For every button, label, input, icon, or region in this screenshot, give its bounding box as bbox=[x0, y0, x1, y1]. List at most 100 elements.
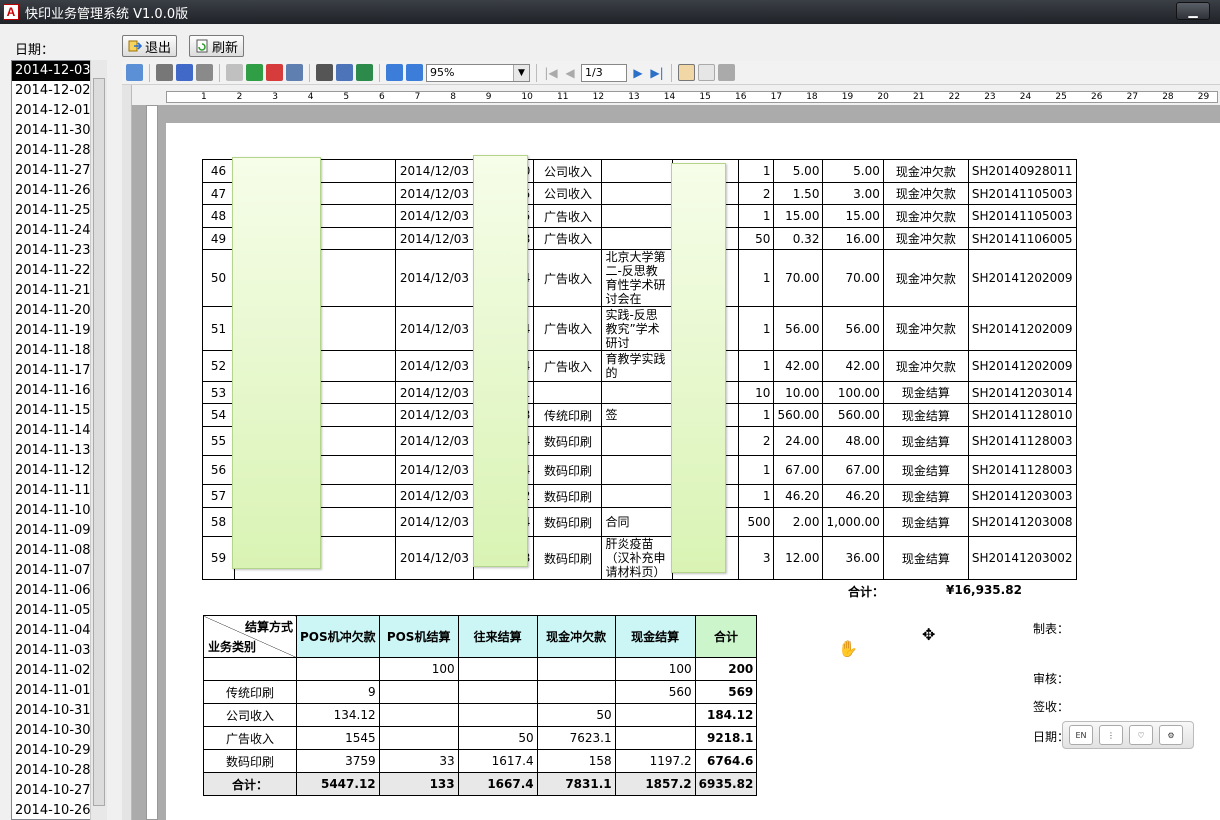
summary-header: POS机结算 bbox=[378, 615, 459, 658]
redaction-mask bbox=[671, 163, 726, 573]
summary-total-row: 合计： 5447.12 133 1667.4 7831.1 1857.2 6935.82 bbox=[203, 772, 758, 796]
cell-settle: 现金结算 bbox=[882, 426, 969, 456]
cell-qty: 1 bbox=[738, 204, 775, 228]
cell-type: 广告收入 bbox=[533, 204, 603, 228]
toolbar-separator bbox=[536, 63, 537, 82]
cell-settle: 现金结算 bbox=[882, 484, 969, 508]
toolbar-separator bbox=[149, 63, 150, 82]
cell-settle: 现金结算 bbox=[882, 403, 969, 427]
summary-header: 往来结算 bbox=[457, 615, 538, 658]
scrollbar-thumb[interactable] bbox=[93, 78, 105, 806]
prev-page-icon[interactable]: ◀ bbox=[562, 66, 578, 80]
ruler-tick-label: 13 bbox=[628, 92, 640, 102]
multi-page-icon[interactable] bbox=[336, 64, 353, 81]
ruler-tick-label: 19 bbox=[841, 92, 854, 102]
report-toolbar: 95% ▼ |◀ ◀ 1/3 ▶ ▶| bbox=[122, 61, 1220, 85]
cell-desc bbox=[601, 204, 674, 228]
title-bar: A 快印业务管理系统 V1.0.0版 ▁ bbox=[0, 0, 1220, 24]
date-label: 日期： bbox=[15, 43, 55, 58]
copy-icon[interactable] bbox=[718, 64, 735, 81]
ruler-tick-label: 15 bbox=[699, 92, 711, 102]
print-icon[interactable] bbox=[156, 64, 173, 81]
book-icon[interactable] bbox=[176, 64, 193, 81]
ruler-tick-label: 3 bbox=[272, 92, 278, 102]
text-select-icon[interactable] bbox=[698, 64, 715, 81]
gear-icon[interactable]: ⚙ bbox=[1159, 725, 1183, 745]
cell-code: SH20141203014 bbox=[967, 381, 1077, 404]
cell-no: 57 bbox=[202, 484, 235, 508]
cell-qty: 1 bbox=[738, 350, 775, 382]
refresh-label: 刷新 bbox=[212, 40, 239, 56]
cell-date: 2014/12/03 bbox=[395, 350, 474, 382]
cell-code: SH20141128003 bbox=[967, 426, 1077, 456]
last-page-icon[interactable]: ▶| bbox=[649, 66, 665, 80]
report-viewer[interactable]: 462014/12/039017360公司收入个15.005.00现金冲欠款SH… bbox=[132, 105, 1220, 820]
ime-toolbar[interactable]: EN ⋮ ♡ ⚙ bbox=[1062, 721, 1194, 749]
cell-settle: 现金冲欠款 bbox=[882, 227, 969, 250]
summary-cell bbox=[457, 680, 538, 704]
cell-desc bbox=[601, 227, 674, 250]
cell-type: 广告收入 bbox=[533, 350, 603, 382]
mail-icon[interactable] bbox=[286, 64, 303, 81]
cell-desc bbox=[601, 426, 674, 456]
cell-qty: 1 bbox=[738, 159, 775, 183]
single-page-icon[interactable] bbox=[316, 64, 333, 81]
tools-icon[interactable] bbox=[196, 64, 213, 81]
summary-cell bbox=[378, 680, 459, 704]
date-list-scrollbar[interactable] bbox=[90, 60, 107, 820]
ruler-tick-label: 24 bbox=[1019, 92, 1032, 102]
refresh-button[interactable]: 刷新 bbox=[189, 35, 244, 57]
first-page-icon[interactable]: |◀ bbox=[543, 66, 559, 80]
cell-desc: 签 bbox=[601, 403, 674, 427]
cell-date: 2014/12/03 bbox=[395, 507, 474, 537]
exit-label: 退出 bbox=[145, 40, 172, 56]
cell-date: 2014/12/03 bbox=[395, 159, 474, 183]
punctuation-icon[interactable]: ⋮ bbox=[1099, 725, 1123, 745]
redaction-mask bbox=[473, 155, 528, 567]
summary-cell: 1617.4 bbox=[457, 749, 538, 773]
ime-lang-button[interactable]: EN bbox=[1069, 725, 1093, 745]
page-number-input[interactable]: 1/3 bbox=[581, 63, 627, 82]
summary-corner-cell: 结算方式 业务类别 bbox=[203, 615, 297, 658]
summary-total-cell: 6935.82 bbox=[694, 772, 758, 796]
cell-date: 2014/12/03 bbox=[395, 403, 474, 427]
zoom-in-icon[interactable] bbox=[386, 64, 403, 81]
summary-cell bbox=[614, 726, 696, 750]
cell-price: 1.50 bbox=[773, 182, 824, 205]
next-page-icon[interactable]: ▶ bbox=[630, 66, 646, 80]
cell-no: 46 bbox=[202, 159, 235, 183]
cell-price: 10.00 bbox=[773, 381, 824, 404]
cell-settle: 现金结算 bbox=[882, 536, 969, 580]
cell-code: SH20141202009 bbox=[967, 350, 1077, 382]
cell-desc: 实践-反思教究”学术研讨 bbox=[601, 306, 674, 351]
cell-settle: 现金结算 bbox=[882, 455, 969, 485]
chevron-down-icon[interactable]: ▼ bbox=[513, 64, 529, 81]
ruler-tick-label: 29 bbox=[1197, 92, 1210, 102]
summary-table: 结算方式 业务类别 POS机冲欠款 POS机结算 往来结算 现金冲欠款 现金结算 合计 1… bbox=[203, 615, 758, 796]
cell-no: 54 bbox=[202, 403, 235, 427]
excel-icon[interactable] bbox=[246, 64, 263, 81]
grid-page-icon[interactable] bbox=[356, 64, 373, 81]
summary-row: 传统印刷 9 560 569 bbox=[203, 680, 758, 704]
toolbar-separator bbox=[379, 63, 380, 82]
cell-desc bbox=[601, 159, 674, 183]
minimize-button[interactable]: ▁ bbox=[1176, 2, 1210, 20]
toc-icon[interactable] bbox=[126, 64, 143, 81]
summary-category: 广告收入 bbox=[203, 726, 297, 750]
ruler-tick-label: 16 bbox=[735, 92, 747, 102]
corner-bottom-label: 业务类别 bbox=[208, 640, 257, 654]
ruler-tick-label: 25 bbox=[1055, 92, 1067, 102]
ruler-tick-label: 14 bbox=[663, 92, 676, 102]
summary-cell: 3759 bbox=[296, 749, 380, 773]
hand-tool-icon[interactable] bbox=[678, 64, 695, 81]
toolbar-separator bbox=[219, 63, 220, 82]
pdf-icon[interactable] bbox=[266, 64, 283, 81]
export-icon[interactable] bbox=[226, 64, 243, 81]
cell-no: 48 bbox=[202, 204, 235, 228]
summary-cell: 1545 bbox=[296, 726, 380, 750]
heart-icon[interactable]: ♡ bbox=[1129, 725, 1153, 745]
exit-button[interactable]: 退出 bbox=[122, 35, 177, 57]
zoom-select[interactable]: 95% ▼ bbox=[426, 63, 530, 82]
zoom-out-icon[interactable] bbox=[406, 64, 423, 81]
cell-amount: 5.00 bbox=[822, 159, 884, 183]
